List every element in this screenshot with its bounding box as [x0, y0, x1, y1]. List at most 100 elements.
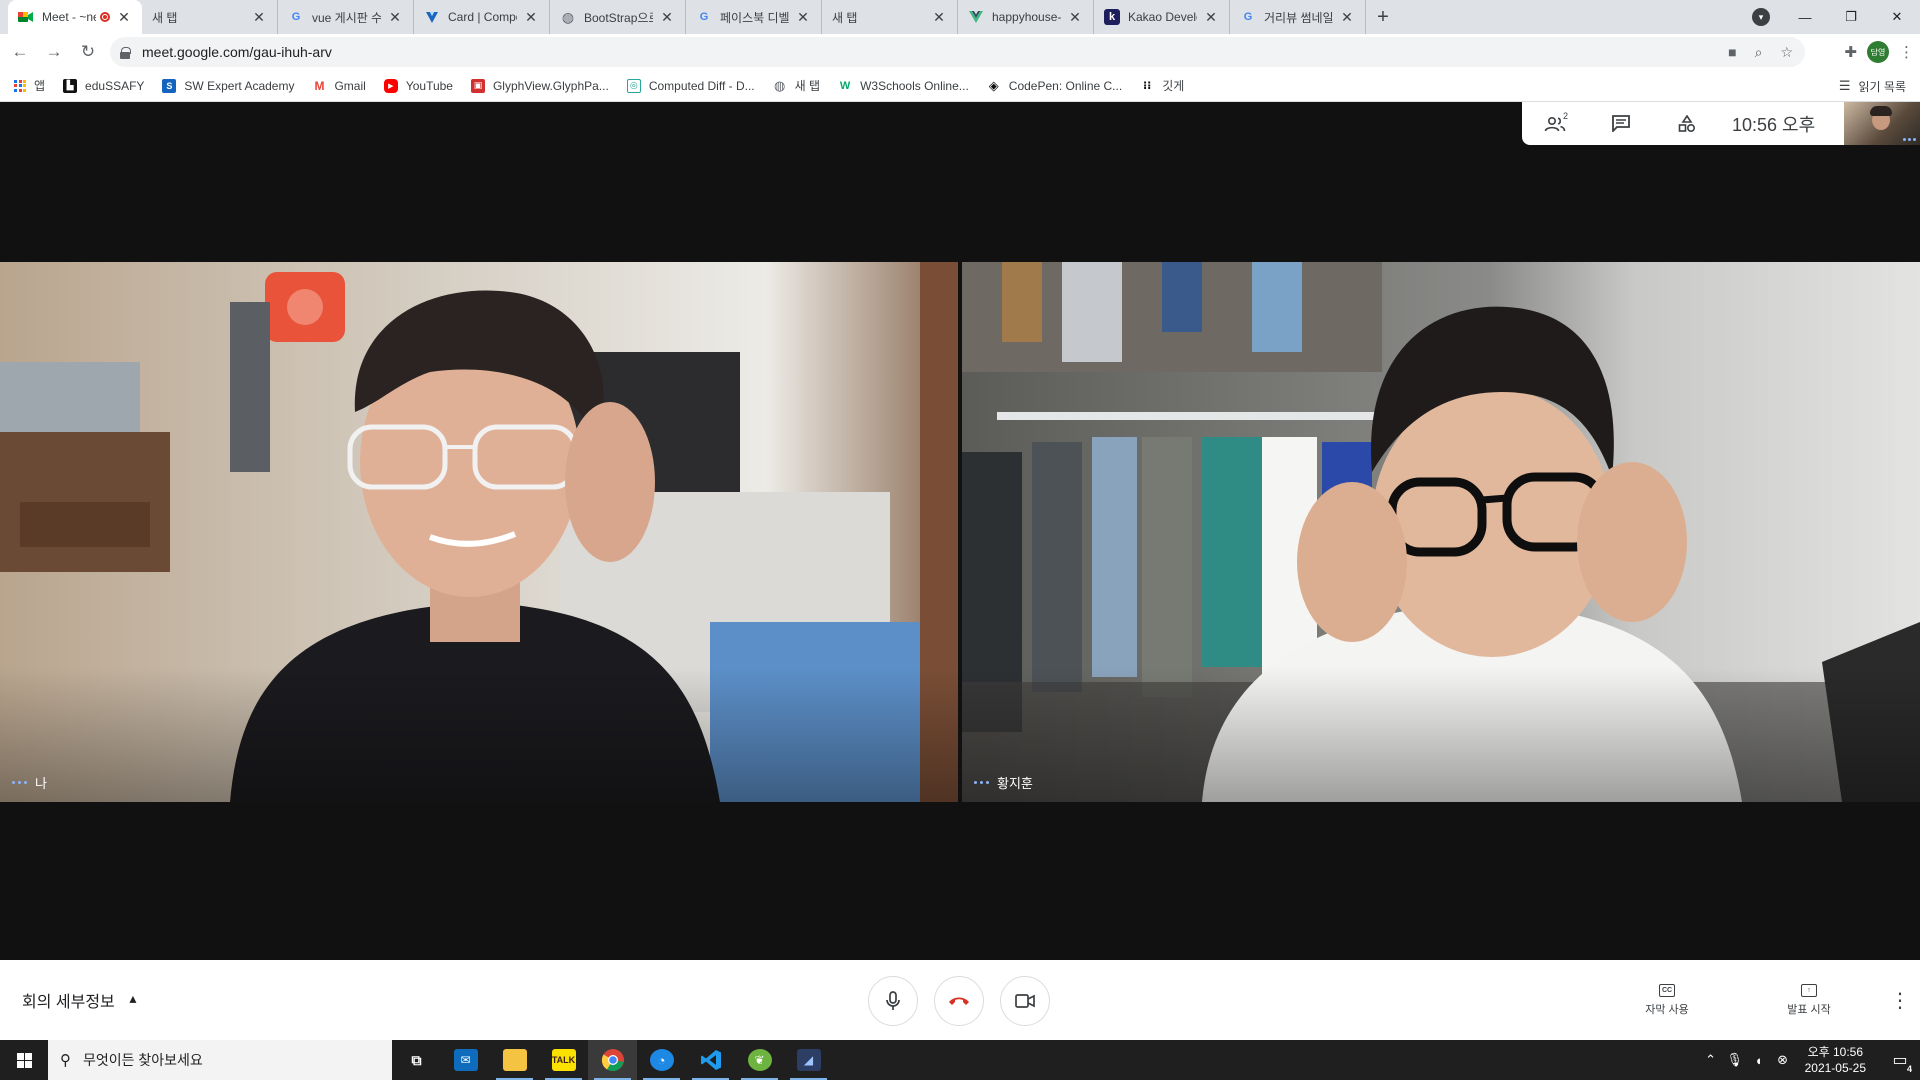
- captions-icon: CC: [1659, 983, 1675, 997]
- taskbar-kakaotalk[interactable]: TALK: [539, 1040, 588, 1080]
- bookmark-w3schools[interactable]: W W3Schools Online...: [838, 78, 969, 93]
- tab-bootstrap[interactable]: ◍ BootStrap으로 웹사 ✕: [550, 0, 686, 34]
- bookmark-label: SW Expert Academy: [184, 78, 295, 93]
- present-button[interactable]: ↑ 발표 시작: [1738, 983, 1880, 1017]
- tab-street-view[interactable]: G 거리뷰 썸네일 - G ✕: [1230, 0, 1366, 34]
- bookmark-apps[interactable]: 앱: [14, 77, 45, 94]
- taskbar-spring-tool[interactable]: ❦: [735, 1040, 784, 1080]
- close-tab-icon[interactable]: ✕: [387, 9, 403, 26]
- gmail-icon: M: [312, 78, 327, 93]
- chat-button[interactable]: [1588, 102, 1654, 145]
- people-button[interactable]: 2: [1522, 102, 1588, 145]
- participant-count: 2: [1562, 111, 1568, 121]
- bookmark-swea[interactable]: S SW Expert Academy: [162, 78, 295, 93]
- participant-tile-remote[interactable]: 황지훈: [962, 262, 1920, 802]
- close-window-icon[interactable]: ✕: [1874, 0, 1920, 34]
- minimize-icon[interactable]: —: [1782, 0, 1828, 34]
- volume-icon[interactable]: ◖: [1747, 1053, 1771, 1068]
- tab-title: vue 게시판 수정하기: [312, 10, 381, 25]
- bookmark-edussafy[interactable]: ▙ eduSSAFY: [63, 78, 144, 93]
- microphone-button[interactable]: [868, 976, 918, 1026]
- tab-search-icon[interactable]: ▾: [1752, 8, 1770, 26]
- more-options-icon[interactable]: ⋮: [1880, 988, 1920, 1013]
- tab-new[interactable]: 새 탭 ✕: [142, 0, 278, 34]
- forward-icon[interactable]: →: [40, 38, 68, 66]
- folder-icon: [502, 1049, 527, 1071]
- close-tab-icon[interactable]: ✕: [1067, 9, 1083, 26]
- tab-meet[interactable]: Meet - ~new ✕: [8, 0, 142, 34]
- bookmark-new-tab[interactable]: ◍ 새 탭: [772, 77, 820, 94]
- browser-toolbar: ← → ↻ meet.google.com/gau-ihuh-arv ■ ⌕ ☆…: [0, 34, 1920, 70]
- camera-in-use-icon[interactable]: ■: [1728, 44, 1736, 60]
- close-tab-icon[interactable]: ✕: [1203, 9, 1219, 26]
- meet-icon: [18, 9, 34, 25]
- tab-vue-board[interactable]: G vue 게시판 수정하기 ✕: [278, 0, 414, 34]
- tab-title: Meet - ~new: [42, 10, 96, 24]
- meet-top-info-bar: 2 10:56 오후: [1522, 102, 1920, 145]
- taskbar-clock[interactable]: 오후 10:56 2021-05-25: [1805, 1044, 1866, 1076]
- url-text[interactable]: meet.google.com/gau-ihuh-arv: [142, 44, 332, 60]
- taskbar-db-tool[interactable]: ◢: [784, 1040, 833, 1080]
- address-bar[interactable]: meet.google.com/gau-ihuh-arv ■ ⌕ ☆: [110, 37, 1805, 67]
- taskbar-chrome[interactable]: [588, 1040, 637, 1080]
- bookmark-codepen[interactable]: ◈ CodePen: Online C...: [986, 78, 1122, 93]
- hang-up-button[interactable]: [934, 976, 984, 1026]
- self-hair: [1870, 106, 1892, 116]
- bookmark-gmail[interactable]: M Gmail: [312, 78, 366, 93]
- taskbar-search-box[interactable]: ⚲ 무엇이든 찾아보세요: [48, 1040, 392, 1080]
- bookmark-star-icon[interactable]: ☆: [1780, 44, 1793, 61]
- self-preview-thumbnail[interactable]: [1844, 102, 1920, 145]
- tab-facebook-developer[interactable]: G 페이스북 디벨로퍼 ✕: [686, 0, 822, 34]
- task-view-button[interactable]: ⧉: [392, 1040, 441, 1080]
- tab-happyhouse[interactable]: happyhouse-front ✕: [958, 0, 1094, 34]
- bookmark-computed-diff[interactable]: ◎ Computed Diff - D...: [626, 78, 755, 93]
- network-icon[interactable]: ⊗: [1771, 1052, 1795, 1068]
- extensions-icon[interactable]: ✚: [1844, 43, 1857, 61]
- close-tab-icon[interactable]: ✕: [251, 9, 267, 26]
- system-tray: ⌃ 🎙︎ ◖ ⊗ 오후 10:56 2021-05-25 ▭ 4: [1699, 1040, 1920, 1080]
- bookmark-git[interactable]: ⁝⁝ 깃게: [1140, 77, 1184, 94]
- tab-new-2[interactable]: 새 탭 ✕: [822, 0, 958, 34]
- start-button[interactable]: [0, 1040, 48, 1080]
- zoom-icon[interactable]: ⌕: [1755, 44, 1763, 61]
- taskbar-mail[interactable]: ✉: [441, 1040, 490, 1080]
- back-icon[interactable]: ←: [6, 38, 34, 66]
- meet-stage: 2 10:56 오후 나 황지훈: [0, 102, 1920, 960]
- activities-button[interactable]: [1654, 102, 1720, 145]
- taskbar-timer-app[interactable]: ◔: [637, 1040, 686, 1080]
- meeting-details-button[interactable]: 회의 세부정보 ▼: [22, 960, 139, 1040]
- camera-button[interactable]: [1000, 976, 1050, 1026]
- notification-icon: ▭: [1892, 1052, 1908, 1069]
- bookmark-youtube[interactable]: ▶ YouTube: [383, 78, 453, 93]
- close-tab-icon[interactable]: ✕: [931, 9, 947, 26]
- profile-avatar[interactable]: 담영: [1867, 41, 1889, 63]
- meet-control-bar: 회의 세부정보 ▼ CC 자막 사용 ↑ 발표 시작 ⋮: [0, 960, 1920, 1040]
- microphone-tray-icon[interactable]: 🎙︎: [1723, 1052, 1747, 1068]
- bookmark-glyphview[interactable]: ▣ GlyphView.GlyphPa...: [470, 78, 609, 93]
- close-tab-icon[interactable]: ✕: [1339, 9, 1355, 26]
- new-tab-button[interactable]: +: [1366, 0, 1400, 34]
- close-tab-icon[interactable]: ✕: [795, 9, 811, 26]
- reload-icon[interactable]: ↻: [74, 38, 102, 66]
- chrome-menu-icon[interactable]: ⋮: [1899, 43, 1914, 61]
- chevron-up-icon[interactable]: ⌃: [1699, 1052, 1723, 1068]
- mail-icon: ✉: [453, 1049, 478, 1071]
- close-tab-icon[interactable]: ✕: [659, 9, 675, 26]
- notification-center-button[interactable]: ▭ 4: [1880, 1040, 1920, 1080]
- participant-name: 황지훈: [997, 776, 1033, 791]
- participant-tile-self[interactable]: 나: [0, 262, 958, 802]
- close-tab-icon[interactable]: ✕: [116, 9, 132, 26]
- youtube-icon: ▶: [383, 78, 398, 93]
- tab-kakao-developers[interactable]: k Kakao Developers ✕: [1094, 0, 1230, 34]
- tab-title: Card | Component: [448, 10, 517, 24]
- taskbar-file-explorer[interactable]: [490, 1040, 539, 1080]
- captions-button[interactable]: CC 자막 사용: [1596, 983, 1738, 1017]
- lock-icon[interactable]: [120, 46, 131, 59]
- bookmark-label: Gmail: [334, 78, 366, 93]
- reading-list-button[interactable]: ☰ 읽기 목록: [1839, 70, 1906, 102]
- close-tab-icon[interactable]: ✕: [523, 9, 539, 26]
- database-tool-icon: ◢: [796, 1049, 821, 1071]
- restore-icon[interactable]: ❐: [1828, 0, 1874, 34]
- taskbar-vscode[interactable]: [686, 1040, 735, 1080]
- tab-card-component[interactable]: Card | Component ✕: [414, 0, 550, 34]
